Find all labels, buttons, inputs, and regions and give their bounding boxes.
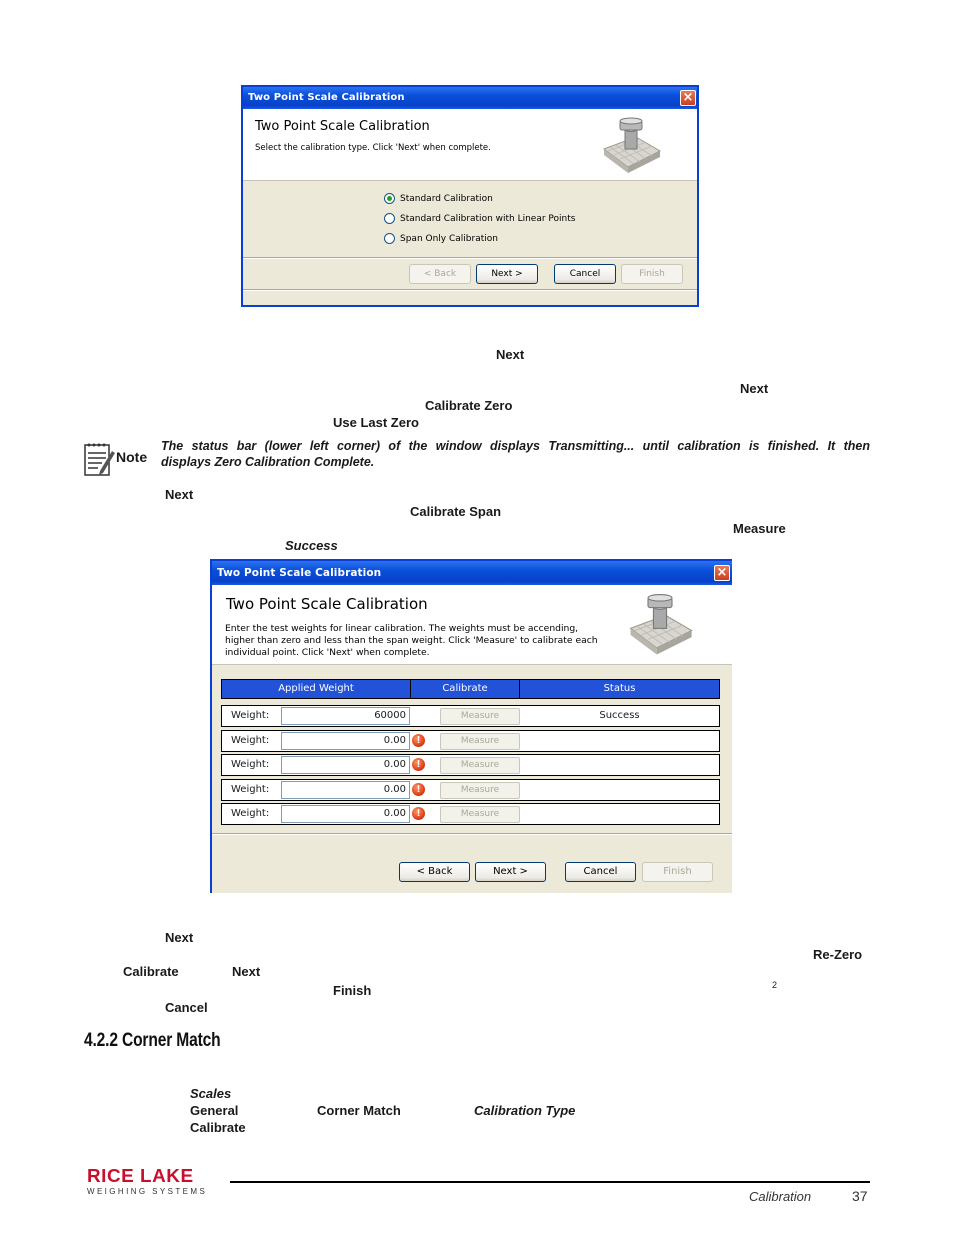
logo-tagline: WEIGHING SYSTEMS (87, 1187, 208, 1196)
column-header-calibrate: Calibrate (411, 680, 520, 698)
text-calibrate-zero: Calibrate Zero (425, 398, 513, 413)
measure-button[interactable]: Measure (440, 757, 520, 774)
error-icon: ! (412, 758, 425, 771)
text-next: Next (165, 930, 194, 945)
finish-button[interactable]: Finish (621, 264, 683, 284)
note-text: The status bar (lower left corner) of th… (161, 439, 870, 469)
footer-section-name: Calibration (749, 1189, 812, 1204)
section-heading: 4.2.2 Corner Match (84, 1030, 221, 1051)
column-header-applied-weight: Applied Weight (222, 680, 411, 698)
text-calibration-type: Calibration Type (474, 1103, 576, 1118)
separator (243, 257, 697, 259)
superscript-2: 2 (772, 980, 778, 990)
dialog-title: Two Point Scale Calibration (217, 567, 382, 579)
radio-selected-icon (384, 193, 395, 204)
status-text: Success (599, 710, 640, 721)
weight-label: Weight: (231, 784, 270, 795)
calibration-type-dialog: Two Point Scale Calibration × Two Point … (241, 85, 699, 307)
page-number: 37 (852, 1188, 868, 1204)
column-header-status: Status (603, 683, 636, 694)
dialog-subtitle: Select the calibration type. Click 'Next… (255, 143, 491, 153)
text-finish: Finish (333, 983, 372, 998)
footer-rule (230, 1181, 870, 1183)
dialog-instructions-line: individual point. Click 'Next' when comp… (225, 647, 430, 658)
text-cancel: Cancel (165, 1000, 208, 1015)
text-next: Next (740, 381, 769, 396)
cancel-button[interactable]: Cancel (554, 264, 616, 284)
back-button[interactable]: < Back (399, 862, 470, 882)
weight-row: Weight: 60000 Measure Success (221, 705, 720, 727)
radio-standard-calibration[interactable]: Standard Calibration (384, 193, 493, 204)
weights-table-header: Applied Weight Calibrate Status (221, 679, 720, 699)
weight-input[interactable]: 0.00 (281, 732, 410, 750)
text-next: Next (232, 964, 261, 979)
status-bar-separator (243, 289, 697, 291)
measure-button[interactable]: Measure (440, 782, 520, 799)
weight-row: Weight: 0.00 ! Measure (221, 730, 720, 752)
next-button[interactable]: Next > (476, 264, 538, 284)
error-icon: ! (412, 807, 425, 820)
rice-lake-logo: RICE LAKE WEIGHING SYSTEMS (87, 1167, 227, 1196)
error-icon: ! (412, 783, 425, 796)
text-general: General (190, 1103, 239, 1118)
weight-label: Weight: (231, 759, 270, 770)
dialog-header: Two Point Scale Calibration Enter the te… (212, 585, 732, 665)
text-use-last-zero: Use Last Zero (333, 415, 419, 430)
weight-row: Weight: 0.00 ! Measure (221, 779, 720, 801)
measure-button[interactable]: Measure (440, 708, 520, 725)
text-calibrate: Calibrate (190, 1120, 246, 1135)
weight-input[interactable]: 0.00 (281, 781, 410, 799)
radio-span-only-calibration[interactable]: Span Only Calibration (384, 233, 498, 244)
text-next: Next (165, 487, 194, 502)
radio-unselected-icon (384, 213, 395, 224)
dialog-title-bar: Two Point Scale Calibration (243, 87, 697, 109)
text-success: Success (285, 538, 338, 553)
dialog-header: Two Point Scale Calibration Select the c… (243, 109, 697, 181)
text-scales: Scales (190, 1086, 232, 1101)
scale-platform-icon (629, 593, 693, 655)
text-calibrate: Calibrate (123, 964, 179, 979)
weight-label: Weight: (231, 735, 270, 746)
back-button[interactable]: < Back (409, 264, 471, 284)
note-label: Note (116, 449, 148, 465)
weight-row: Weight: 0.00 ! Measure (221, 754, 720, 776)
text-measure: Measure (733, 521, 786, 536)
text-calibrate-span: Calibrate Span (410, 504, 502, 519)
weight-input[interactable]: 0.00 (281, 756, 410, 774)
radio-unselected-icon (384, 233, 395, 244)
dialog-instructions-line: Enter the test weights for linear calibr… (225, 623, 579, 634)
text-re-zero: Re-Zero (813, 947, 863, 962)
weight-input[interactable]: 60000 (281, 707, 410, 725)
finish-button[interactable]: Finish (642, 862, 713, 882)
weight-row: Weight: 0.00 ! Measure (221, 803, 720, 825)
next-button[interactable]: Next > (475, 862, 546, 882)
weight-label: Weight: (231, 808, 270, 819)
measure-button[interactable]: Measure (440, 733, 520, 750)
dialog-heading: Two Point Scale Calibration (255, 119, 430, 134)
measure-button[interactable]: Measure (440, 806, 520, 823)
text-next: Next (496, 347, 525, 362)
logo-wordmark: RICE LAKE (87, 1166, 194, 1186)
weight-input[interactable]: 0.00 (281, 805, 410, 823)
weight-label: Weight: (231, 710, 270, 721)
error-icon: ! (412, 734, 425, 747)
scale-platform-icon (602, 117, 662, 173)
radio-standard-linear-calibration[interactable]: Standard Calibration with Linear Points (384, 213, 575, 224)
dialog-title-bar: Two Point Scale Calibration (212, 561, 732, 585)
dialog-instructions-line: higher than zero and less than the span … (225, 635, 598, 646)
separator (212, 833, 732, 835)
close-button[interactable]: × (680, 90, 696, 106)
note-icon (84, 441, 118, 482)
dialog-heading: Two Point Scale Calibration (226, 595, 428, 613)
close-button[interactable]: × (714, 565, 730, 581)
text-corner-match: Corner Match (317, 1103, 401, 1118)
cancel-button[interactable]: Cancel (565, 862, 636, 882)
dialog-title: Two Point Scale Calibration (248, 92, 405, 103)
